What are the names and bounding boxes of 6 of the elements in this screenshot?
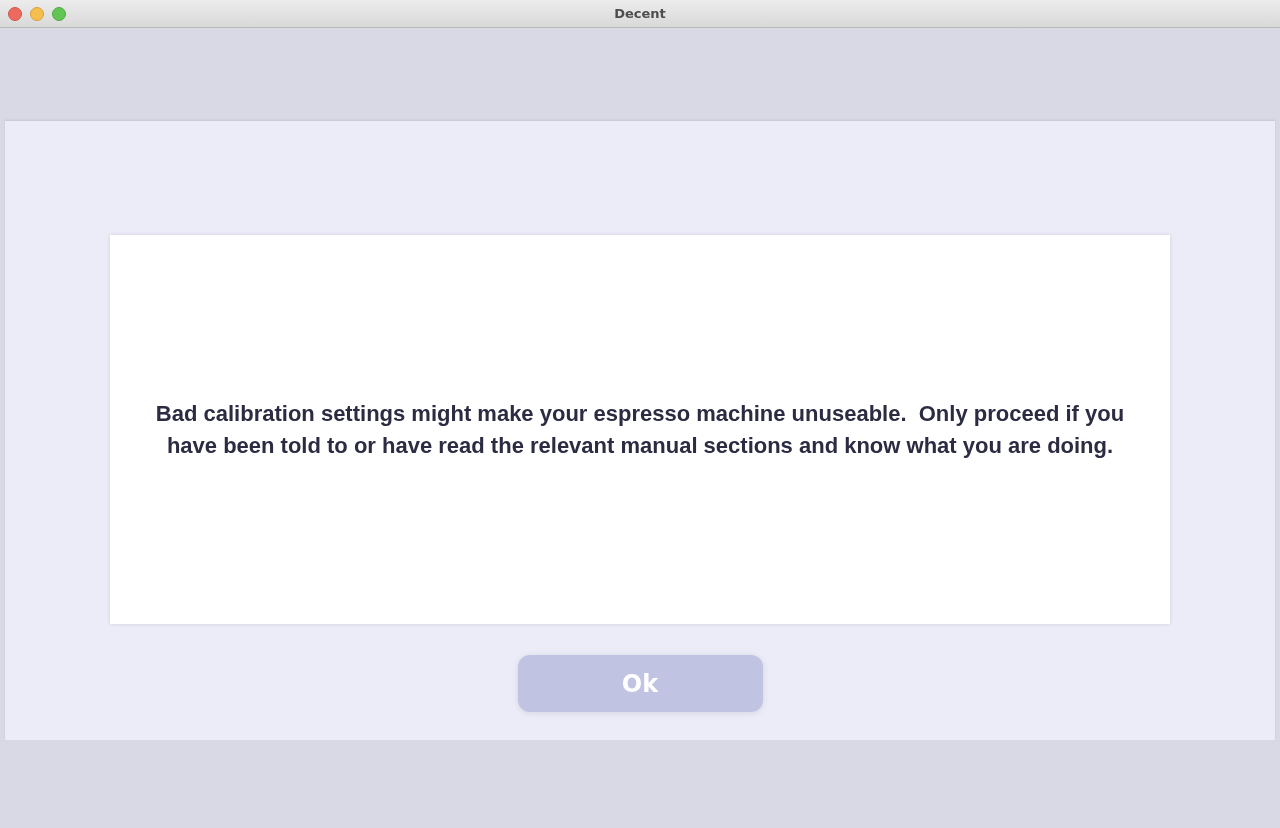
minimize-button[interactable]: [30, 7, 44, 21]
warning-message: Bad calibration settings might make your espresso machine unuseable. Only proceed if you have been told to or have read the relevant manual sections and know what you are doing.: [154, 399, 1126, 460]
window-title: Decent: [614, 6, 666, 21]
zoom-button[interactable]: [52, 7, 66, 21]
close-button[interactable]: [8, 7, 22, 21]
ok-button[interactable]: Ok: [517, 655, 763, 712]
